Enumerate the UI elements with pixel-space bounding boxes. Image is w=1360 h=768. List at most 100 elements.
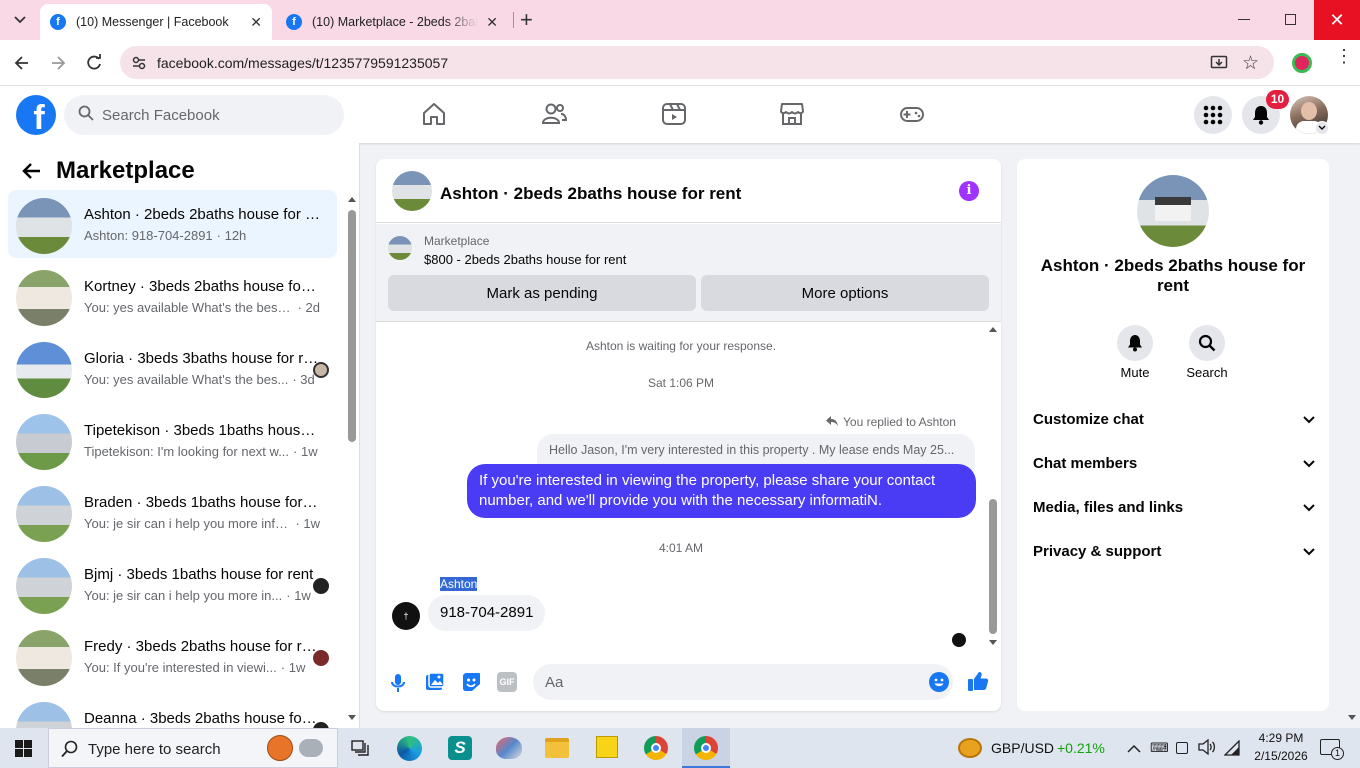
message-input[interactable]: Aa xyxy=(533,664,953,700)
chevron-down-icon xyxy=(1303,455,1315,472)
clock-time[interactable]: 4:29 PM xyxy=(1246,731,1316,745)
chat-members-section[interactable]: Chat members xyxy=(1033,455,1315,472)
listing-thumb[interactable] xyxy=(388,236,412,260)
sticky-notes-icon[interactable] xyxy=(596,736,618,758)
more-options-button[interactable]: More options xyxy=(701,275,989,311)
conversation-item-fredy[interactable]: Fredy · 3beds 2baths house for rent You:… xyxy=(8,622,337,690)
photo-icon[interactable] xyxy=(425,672,445,697)
conversation-item-kortney[interactable]: Kortney · 3beds 2baths house for rent Yo… xyxy=(8,262,337,330)
emoji-icon[interactable] xyxy=(929,672,949,692)
chat-title[interactable]: Ashton · 2beds 2baths house for rent xyxy=(440,184,741,204)
menu-grid-button[interactable] xyxy=(1194,96,1232,134)
section-label: Privacy & support xyxy=(1033,543,1162,560)
site-info-icon[interactable] xyxy=(131,55,147,76)
privacy-support-section[interactable]: Privacy & support xyxy=(1033,543,1315,560)
customize-chat-section[interactable]: Customize chat xyxy=(1033,411,1315,428)
address-bar[interactable]: facebook.com/messages/t/1235779591235057… xyxy=(120,46,1274,79)
scroll-down-arrow-icon[interactable] xyxy=(348,715,356,720)
edge-icon[interactable] xyxy=(397,736,422,761)
taskbar-search-box[interactable]: Type here to search xyxy=(48,728,338,768)
chrome-active-icon[interactable] xyxy=(682,728,730,768)
like-icon[interactable] xyxy=(967,670,989,697)
file-explorer-icon[interactable] xyxy=(545,738,569,758)
restore-icon[interactable] xyxy=(1285,14,1296,25)
browser-menu-icon[interactable]: ⋮ xyxy=(1335,47,1353,65)
microphone-icon[interactable] xyxy=(390,673,406,698)
marketplace-icon[interactable] xyxy=(778,100,806,128)
search-icon xyxy=(78,105,94,126)
back-arrow-icon[interactable] xyxy=(22,162,42,185)
scroll-thumb[interactable] xyxy=(989,499,997,634)
back-icon[interactable] xyxy=(12,53,32,78)
volume-icon[interactable] xyxy=(1198,738,1216,760)
timestamp: Sat 1:06 PM xyxy=(647,376,715,390)
conversation-list-scrollbar[interactable] xyxy=(345,193,359,723)
account-chevron-icon[interactable] xyxy=(1315,121,1329,135)
sticker-icon[interactable] xyxy=(461,672,481,697)
search-conversation-button[interactable] xyxy=(1189,325,1225,361)
mute-button[interactable] xyxy=(1117,325,1153,361)
bookmark-star-icon[interactable]: ☆ xyxy=(1242,52,1259,75)
conversation-item-tipetekison[interactable]: Tipetekison · 3beds 1baths house for ren… xyxy=(8,406,337,474)
show-hidden-icons-chevron-icon[interactable] xyxy=(1127,741,1141,759)
friends-icon[interactable] xyxy=(540,100,568,128)
chrome-icon[interactable] xyxy=(644,736,668,760)
windows-start-icon[interactable] xyxy=(15,740,32,757)
incoming-message-bubble[interactable]: 918-704-2891 xyxy=(428,595,546,631)
listing-description[interactable]: $800 - 2beds 2baths house for rent xyxy=(424,252,626,267)
home-icon[interactable] xyxy=(420,100,448,128)
message-thread-scrollbar[interactable] xyxy=(986,323,1000,653)
conversation-title: Fredy · 3beds 2baths house for rent xyxy=(84,638,320,655)
clock-date[interactable]: 2/15/2026 xyxy=(1246,749,1316,763)
info-icon[interactable]: i xyxy=(959,181,979,201)
scroll-up-arrow-icon[interactable] xyxy=(348,197,356,202)
battery-icon[interactable] xyxy=(1176,742,1188,754)
scroll-thumb[interactable] xyxy=(348,210,356,442)
input-method-icon[interactable]: ⌨ xyxy=(1150,740,1169,756)
sender-avatar[interactable]: † xyxy=(392,602,420,630)
conversation-preview: You: yes available What's the bes... · 3d xyxy=(84,372,320,387)
conversation-item-braden[interactable]: Braden · 3beds 1baths house for rent You… xyxy=(8,478,337,546)
scroll-down-arrow-icon[interactable] xyxy=(989,640,997,645)
network-icon[interactable] xyxy=(1223,739,1240,761)
scroll-up-arrow-icon[interactable] xyxy=(989,327,997,332)
app-bird-icon[interactable] xyxy=(496,737,522,759)
basketball-icon xyxy=(267,735,293,761)
listing-avatar[interactable] xyxy=(1137,175,1209,247)
seen-avatar xyxy=(313,650,329,666)
facebook-logo-icon[interactable]: f xyxy=(16,95,56,135)
search-facebook-input[interactable]: Search Facebook xyxy=(64,95,344,135)
outgoing-message-bubble[interactable]: If you're interested in viewing the prop… xyxy=(467,464,976,518)
close-window-button[interactable]: ✕ xyxy=(1314,0,1360,40)
reload-icon[interactable] xyxy=(84,53,104,78)
extension-icon[interactable] xyxy=(1292,53,1312,73)
forward-icon[interactable] xyxy=(48,53,68,78)
close-tab-icon[interactable]: ✕ xyxy=(250,14,262,31)
tab-messenger[interactable]: f (10) Messenger | Facebook ✕ xyxy=(40,4,272,40)
tab-list-chevron-icon[interactable] xyxy=(10,12,30,28)
conversation-item-ashton[interactable]: Ashton · 2beds 2baths house for rent Ash… xyxy=(8,190,337,258)
preview-time: · 1w xyxy=(280,660,306,675)
install-app-icon[interactable] xyxy=(1210,54,1228,77)
conversation-item-gloria[interactable]: Gloria · 3beds 3baths house for rent You… xyxy=(8,334,337,402)
conversation-title: Tipetekison · 3beds 1baths house for ren… xyxy=(84,422,320,439)
ticker-label[interactable]: GBP/USD xyxy=(991,740,1054,756)
media-files-links-section[interactable]: Media, files and links xyxy=(1033,499,1315,516)
minimize-icon[interactable] xyxy=(1238,19,1250,20)
chat-info-panel: Ashton · 2beds 2baths house for rent Mut… xyxy=(1017,159,1329,711)
gaming-icon[interactable] xyxy=(898,100,926,128)
video-icon[interactable] xyxy=(660,100,688,128)
app-s-icon[interactable]: S xyxy=(448,736,472,760)
tab-marketplace[interactable]: f (10) Marketplace - 2beds 2baths house … xyxy=(276,4,508,40)
chat-avatar[interactable] xyxy=(392,171,432,211)
close-tab-icon[interactable]: ✕ xyxy=(486,14,498,31)
mark-pending-button[interactable]: Mark as pending xyxy=(388,275,696,311)
task-view-icon[interactable] xyxy=(351,740,369,761)
chevron-down-icon xyxy=(1303,499,1315,516)
page-scroll-down-arrow-icon[interactable] xyxy=(1348,715,1356,720)
gif-icon[interactable]: GIF xyxy=(497,672,517,692)
preview-time: · 1w xyxy=(293,444,318,459)
conversation-item-deanna[interactable]: Deanna · 3beds 2baths house for rent xyxy=(8,694,337,728)
conversation-item-bjmj[interactable]: Bjmj · 3beds 1baths house for rent You: … xyxy=(8,550,337,618)
new-tab-icon[interactable]: + xyxy=(520,9,533,31)
